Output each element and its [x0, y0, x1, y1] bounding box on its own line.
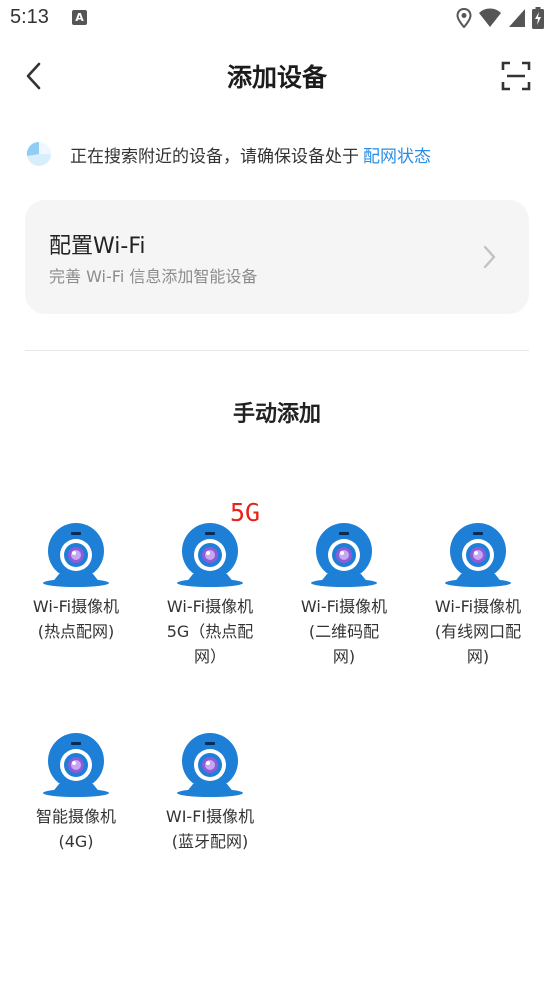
camera-icon	[177, 523, 243, 587]
divider	[25, 350, 529, 351]
wifi-card-subtitle: 完善 Wi-Fi 信息添加智能设备	[49, 267, 258, 286]
device-label: Wi-Fi摄像机 (热点配网)	[32, 597, 120, 641]
device-wifi-camera-qrcode[interactable]: Wi-Fi摄像机 (二维码配 网)	[278, 522, 410, 669]
device-label: Wi-Fi摄像机 (有线网口配 网)	[434, 597, 522, 666]
location-icon	[456, 8, 472, 28]
search-notice-text: 正在搜索附近的设备，请确保设备处于	[70, 146, 359, 167]
5g-badge: 5G	[230, 498, 261, 527]
wifi-card-title: 配置Wi-Fi	[49, 234, 146, 259]
scan-icon	[501, 61, 531, 91]
chevron-right-icon	[483, 245, 496, 269]
app-notification-icon: A	[72, 10, 87, 25]
battery-charging-icon	[532, 7, 544, 29]
camera-icon	[43, 733, 109, 797]
pairing-mode-link[interactable]: 配网状态	[363, 142, 431, 167]
status-icons	[456, 6, 544, 30]
camera-icon	[445, 523, 511, 587]
camera-icon	[43, 523, 109, 587]
status-bar: 5:13 A	[0, 0, 554, 38]
device-label: 智能摄像机 (4G)	[35, 807, 116, 851]
camera-icon	[177, 733, 243, 797]
configure-wifi-card[interactable]: 配置Wi-Fi 完善 Wi-Fi 信息添加智能设备	[25, 200, 529, 314]
camera-icon	[311, 523, 377, 587]
cell-signal-icon	[509, 9, 525, 27]
search-notice: 正在搜索附近的设备，请确保设备处于 配网状态	[26, 138, 431, 170]
device-wifi-camera-ethernet[interactable]: Wi-Fi摄像机 (有线网口配 网)	[412, 522, 544, 669]
header: 添加设备	[0, 44, 554, 108]
wifi-signal-icon	[479, 8, 501, 27]
device-label: Wi-Fi摄像机 (二维码配 网)	[300, 597, 388, 666]
device-label: Wi-Fi摄像机 5G（热点配 网）	[166, 597, 254, 666]
status-time: 5:13	[10, 6, 49, 28]
device-wifi-camera-5g-hotspot[interactable]: 5G Wi-Fi摄像机 5G（热点配 网）	[144, 500, 276, 669]
page-title: 添加设备	[226, 63, 327, 92]
device-wifi-camera-hotspot[interactable]: Wi-Fi摄像机 (热点配网)	[10, 522, 142, 644]
device-label: WI-FI摄像机 (蓝牙配网)	[165, 807, 255, 851]
scan-button[interactable]	[496, 56, 536, 96]
manual-add-title: 手动添加	[232, 402, 321, 427]
device-wifi-camera-bluetooth[interactable]: WI-FI摄像机 (蓝牙配网)	[144, 732, 276, 854]
device-smart-camera-4g[interactable]: 智能摄像机 (4G)	[10, 732, 142, 854]
searching-spinner-icon	[26, 141, 51, 166]
